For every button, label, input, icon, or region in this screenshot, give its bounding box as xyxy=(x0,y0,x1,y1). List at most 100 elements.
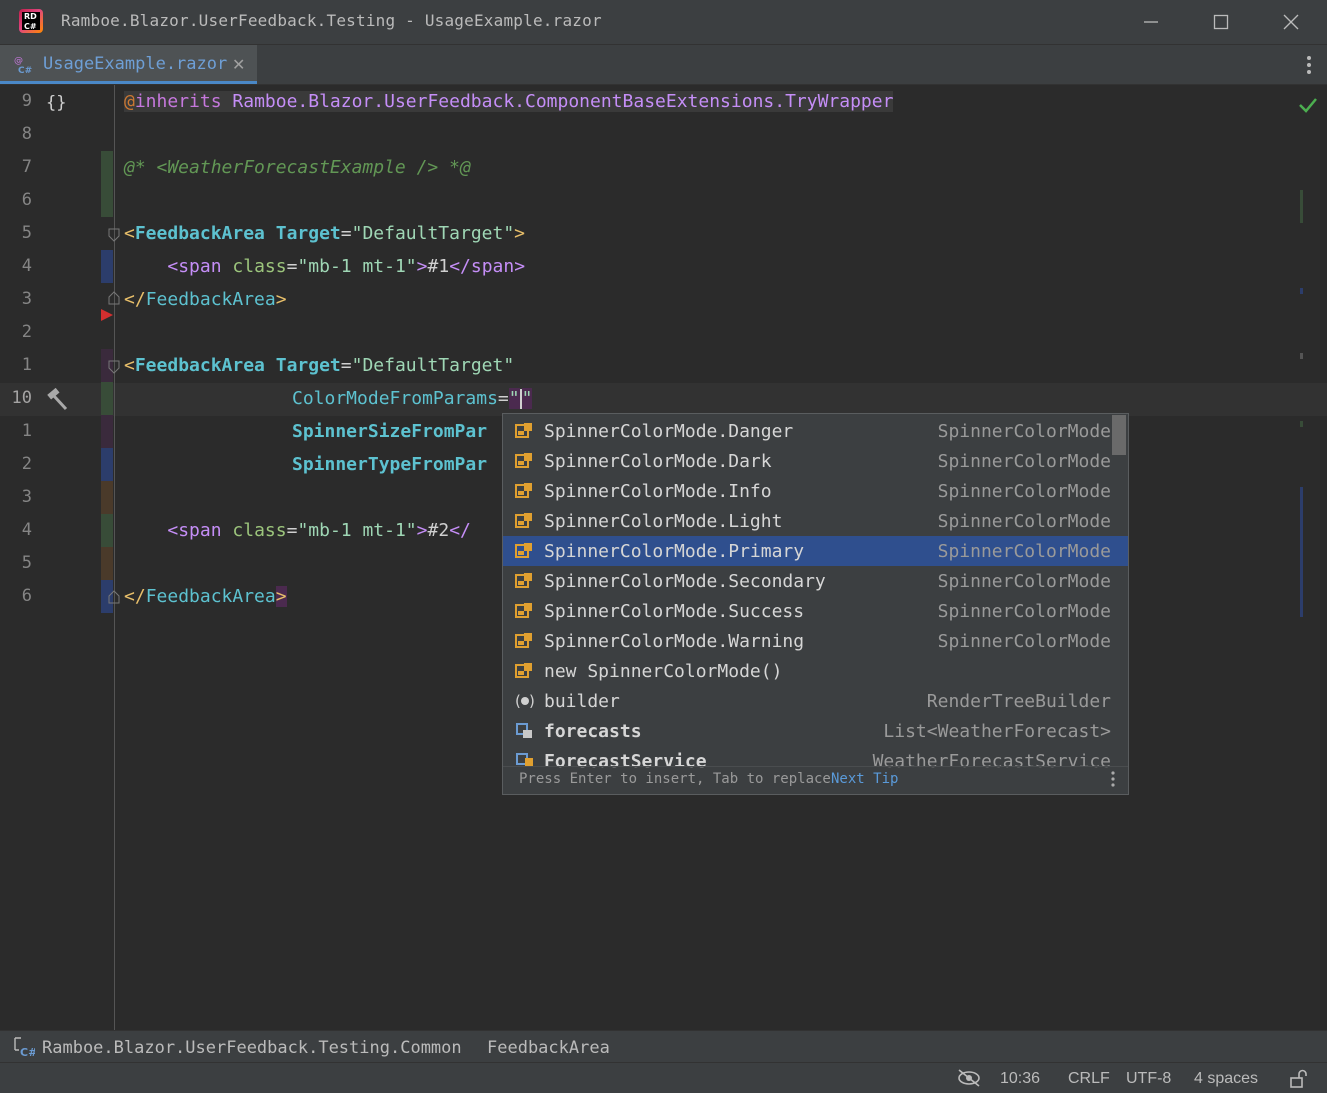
equals-sign: = xyxy=(286,256,298,277)
enum-member-icon xyxy=(515,513,532,528)
more-vertical-icon[interactable] xyxy=(1300,54,1318,76)
completion-item[interactable]: SpinnerColorMode.Dark SpinnerColorMode xyxy=(503,446,1128,476)
component-name: FeedbackArea xyxy=(145,289,276,310)
status-bar: 10:36 CRLF UTF-8 4 spaces xyxy=(0,1062,1327,1093)
editor-tab-bar: @ C# UsageExample.razor ✕ xyxy=(0,45,1327,85)
completion-item-label: SpinnerColorMode.Success xyxy=(544,601,805,622)
scroll-marker xyxy=(1300,353,1303,359)
rider-logo-icon: RD C# xyxy=(19,9,43,33)
code-line: <FeedbackArea Target="DefaultTarget"> xyxy=(124,223,525,245)
svg-text:{}: {} xyxy=(46,93,66,112)
completion-item[interactable]: SpinnerColorMode.Secondary SpinnerColorMo… xyxy=(503,566,1128,596)
current-line-highlight xyxy=(0,383,1327,416)
scroll-marker xyxy=(1300,421,1303,427)
close-window-button[interactable] xyxy=(1256,0,1326,44)
component-name: FeedbackArea xyxy=(134,355,265,376)
next-tip-link[interactable]: Next Tip xyxy=(831,771,898,787)
completion-item[interactable]: forecasts List<WeatherForecast> xyxy=(503,716,1128,746)
code-block-braces-icon[interactable]: {} xyxy=(46,92,66,112)
completion-item[interactable]: SpinnerColorMode.Info SpinnerColorMode xyxy=(503,476,1128,506)
completion-item[interactable]: SpinnerColorMode.Warning SpinnerColorMode xyxy=(503,626,1128,656)
more-vertical-icon[interactable] xyxy=(1110,770,1116,788)
breadcrumb-component[interactable]: FeedbackArea xyxy=(487,1038,610,1058)
code-line: <span class="mb-1 mt-1">#2</ xyxy=(124,520,471,542)
code-line: SpinnerSizeFromPar xyxy=(292,421,487,443)
code-line: <FeedbackArea Target="DefaultTarget" xyxy=(124,355,514,377)
fold-open-icon[interactable] xyxy=(108,360,120,374)
fold-open-icon[interactable] xyxy=(108,228,120,242)
completion-item-label: builder xyxy=(544,691,620,712)
completion-item[interactable]: SpinnerColorMode.Success SpinnerColorMode xyxy=(503,596,1128,626)
completion-item-type: SpinnerColorMode xyxy=(937,571,1111,592)
inspection-ok-icon[interactable] xyxy=(1298,96,1318,114)
file-encoding[interactable]: UTF-8 xyxy=(1126,1070,1171,1088)
line-number: 4 xyxy=(21,256,32,276)
completion-item[interactable]: SpinnerColorMode.Primary SpinnerColorMode xyxy=(503,536,1128,566)
completion-item[interactable]: SpinnerColorMode.Danger SpinnerColorMode xyxy=(503,416,1128,446)
title-bar: RD C# Ramboe.Blazor.UserFeedback.Testing … xyxy=(0,0,1327,45)
scroll-marker xyxy=(1300,288,1303,294)
fold-close-icon[interactable] xyxy=(108,590,120,604)
attribute-name: class xyxy=(232,256,287,277)
code-line: @inherits Ramboe.Blazor.UserFeedback.Com… xyxy=(124,91,894,113)
tag-bracket: < xyxy=(167,256,179,277)
line-number: 3 xyxy=(21,289,32,309)
completion-item[interactable]: new SpinnerColorMode() xyxy=(503,656,1128,686)
minimize-button[interactable] xyxy=(1116,0,1186,44)
vcs-modified-marker xyxy=(101,415,113,448)
hammer-icon[interactable] xyxy=(44,388,70,412)
tag-bracket: > xyxy=(416,520,428,541)
vcs-modified-marker xyxy=(101,448,113,481)
keyword-inherits: inherits xyxy=(134,91,222,112)
fold-close-icon[interactable] xyxy=(108,291,120,305)
inspection-widget-icon[interactable] xyxy=(956,1068,982,1088)
code-completion-popup[interactable]: SpinnerColorMode.Danger SpinnerColorMode S… xyxy=(502,413,1129,795)
completion-item-type: SpinnerColorMode xyxy=(937,601,1111,622)
scroll-marker xyxy=(1300,487,1303,617)
attribute-value: "mb-1 mt-1" xyxy=(297,520,417,541)
tag-bracket: </ xyxy=(124,289,146,310)
attribute-value: "DefaultTarget" xyxy=(351,355,515,376)
enum-member-icon xyxy=(515,663,532,678)
line-number: 1 xyxy=(21,421,32,441)
vcs-added-marker xyxy=(101,382,113,415)
breadcrumb: C# Ramboe.Blazor.UserFeedback.Testing.Co… xyxy=(0,1030,1327,1063)
component-name: FeedbackArea xyxy=(134,223,265,244)
attribute-name: ColorModeFromParams xyxy=(292,388,498,409)
completion-item[interactable]: () builder RenderTreeBuilder xyxy=(503,686,1128,716)
tag-bracket: > xyxy=(275,289,287,310)
svg-text:C#: C# xyxy=(20,1046,35,1058)
line-ending[interactable]: CRLF xyxy=(1068,1070,1110,1088)
text-content: #2 xyxy=(427,520,450,541)
field-icon xyxy=(516,723,532,738)
maximize-button[interactable] xyxy=(1186,0,1256,44)
equals-sign: = xyxy=(286,520,298,541)
tag-bracket: > xyxy=(514,256,526,277)
svg-text:): ) xyxy=(529,692,535,710)
popup-footer: Press Enter to insert, Tab to replace Ne… xyxy=(503,766,1128,794)
vcs-modified-marker xyxy=(101,481,113,514)
completion-item[interactable]: SpinnerColorMode.Light SpinnerColorMode xyxy=(503,506,1128,536)
completion-item-type: SpinnerColorMode xyxy=(937,541,1111,562)
enum-member-icon xyxy=(515,603,532,618)
html-tag-name: span xyxy=(470,256,515,277)
completion-item-type: SpinnerColorMode xyxy=(937,511,1111,532)
completion-item-label: SpinnerColorMode.Dark xyxy=(544,451,772,472)
quote-close: " xyxy=(521,388,533,409)
line-number: 1 xyxy=(21,355,32,375)
breadcrumb-namespace[interactable]: Ramboe.Blazor.UserFeedback.Testing.Commo… xyxy=(42,1038,462,1058)
tag-bracket: > xyxy=(416,256,428,277)
logo-text: RD C# xyxy=(22,12,40,31)
enum-member-icon xyxy=(515,573,532,588)
attribute-value: "mb-1 mt-1" xyxy=(297,256,417,277)
vcs-added-marker xyxy=(101,151,113,217)
equals-sign: = xyxy=(497,388,509,409)
svg-text:(: ( xyxy=(515,692,521,710)
unlock-icon[interactable] xyxy=(1288,1069,1308,1089)
caret-position[interactable]: 10:36 xyxy=(1000,1070,1040,1088)
tab-usage-example[interactable]: @ C# UsageExample.razor ✕ xyxy=(0,45,257,84)
indent-setting[interactable]: 4 spaces xyxy=(1194,1070,1258,1088)
line-number: 5 xyxy=(21,223,32,243)
tab-close-icon[interactable]: ✕ xyxy=(232,55,245,75)
